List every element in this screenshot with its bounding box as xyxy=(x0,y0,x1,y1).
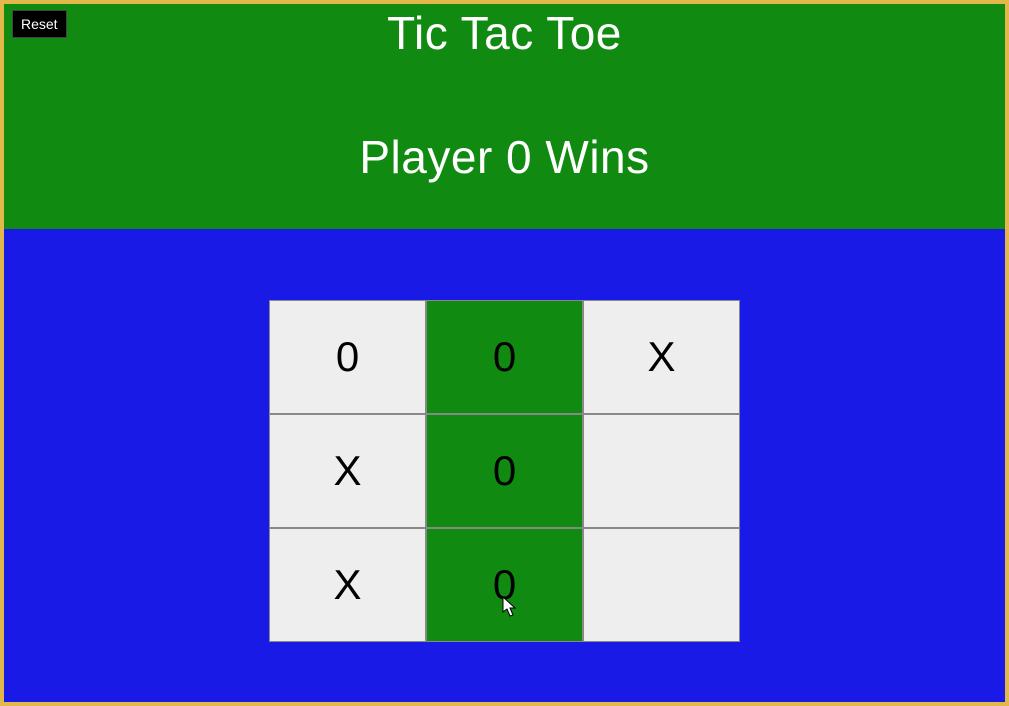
cell-1-1[interactable]: 0 xyxy=(427,415,582,527)
game-board: 0 0 X X 0 X 0 xyxy=(269,300,740,642)
header: Reset Tic Tac Toe Player 0 Wins xyxy=(4,4,1005,229)
cell-1-2[interactable] xyxy=(584,415,739,527)
game-status: Player 0 Wins xyxy=(4,130,1005,184)
cell-2-0[interactable]: X xyxy=(270,529,425,641)
board-area: 0 0 X X 0 X 0 xyxy=(4,229,1005,702)
cell-0-1[interactable]: 0 xyxy=(427,301,582,413)
game-frame: Reset Tic Tac Toe Player 0 Wins 0 0 X X … xyxy=(0,0,1009,706)
cell-2-2[interactable] xyxy=(584,529,739,641)
cell-0-2[interactable]: X xyxy=(584,301,739,413)
cell-2-1[interactable]: 0 xyxy=(427,529,582,641)
game-title: Tic Tac Toe xyxy=(4,4,1005,60)
cell-0-0[interactable]: 0 xyxy=(270,301,425,413)
reset-button[interactable]: Reset xyxy=(12,10,67,38)
cell-1-0[interactable]: X xyxy=(270,415,425,527)
